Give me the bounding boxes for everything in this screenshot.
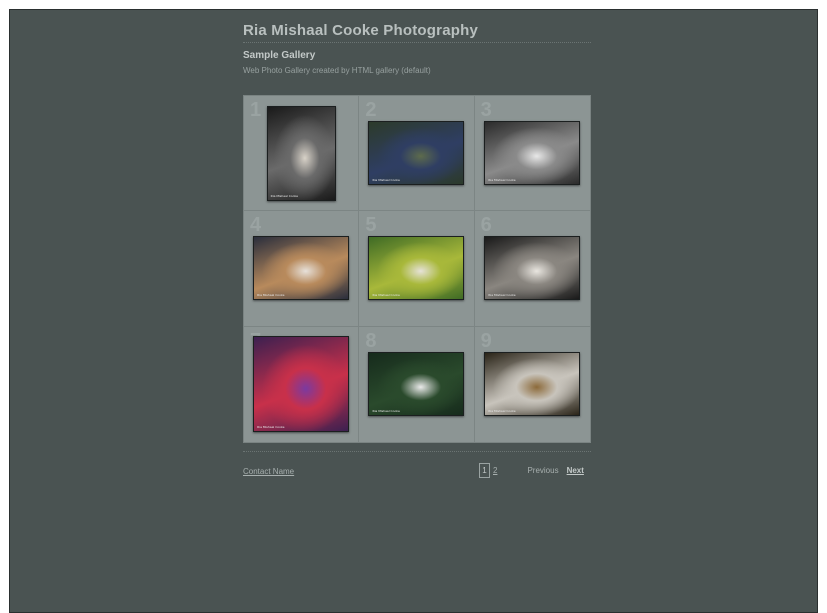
photo-watermark: Ria Mishaal Cooke <box>488 409 516 414</box>
thumbnail-image[interactable]: Ria Mishaal Cooke <box>253 336 350 433</box>
page-1-button[interactable]: 1 <box>479 463 490 478</box>
thumbnail-cell-8[interactable]: 8 Ria Mishaal Cooke <box>359 326 475 442</box>
thumbnail-cell-4[interactable]: 4 Ria Mishaal Cooke <box>244 211 360 327</box>
footer-divider <box>243 451 591 452</box>
photo-watermark: Ria Mishaal Cooke <box>372 409 400 414</box>
gallery-page: Ria Mishaal Cooke Photography Sample Gal… <box>243 22 591 478</box>
gallery-description: Web Photo Gallery created by HTML galler… <box>243 66 431 75</box>
photo-watermark: Ria Mishaal Cooke <box>372 293 400 298</box>
thumbnail-image[interactable]: Ria Mishaal Cooke <box>484 121 581 186</box>
thumbnail-number: 8 <box>365 329 377 352</box>
next-link[interactable]: Next <box>567 466 584 475</box>
photo-watermark: Ria Mishaal Cooke <box>488 178 516 183</box>
thumbnail-number: 6 <box>480 214 492 237</box>
thumbnail-number: 1 <box>250 99 262 121</box>
thumbnail-number: 5 <box>365 214 377 237</box>
thumbnail-number: 3 <box>480 99 492 121</box>
thumbnail-image[interactable]: Ria Mishaal Cooke <box>253 236 350 301</box>
contact-link[interactable]: Contact Name <box>243 467 294 476</box>
thumbnail-cell-5[interactable]: 5 Ria Mishaal Cooke <box>359 211 475 327</box>
thumbnail-cell-7[interactable]: 7 Ria Mishaal Cooke <box>244 326 360 442</box>
thumbnail-image[interactable]: Ria Mishaal Cooke <box>484 236 581 301</box>
thumbnail-cell-6[interactable]: 6 Ria Mishaal Cooke <box>474 211 590 327</box>
thumbnail-image[interactable]: Ria Mishaal Cooke <box>484 352 581 417</box>
site-title: Ria Mishaal Cooke Photography <box>243 22 591 43</box>
thumbnail-cell-2[interactable]: 2 Ria Mishaal Cooke <box>359 96 475 212</box>
photo-watermark: Ria Mishaal Cooke <box>270 193 298 198</box>
pagination: 1 2 Previous Next <box>479 463 584 478</box>
photo-watermark: Ria Mishaal Cooke <box>488 293 516 298</box>
thumbnail-number: 2 <box>365 99 377 121</box>
browser-viewport: Ria Mishaal Cooke Photography Sample Gal… <box>9 9 818 613</box>
page-2-link[interactable]: 2 <box>493 466 497 475</box>
photo-watermark: Ria Mishaal Cooke <box>372 178 400 183</box>
previous-label: Previous <box>527 466 559 475</box>
gallery-title: Sample Gallery <box>243 50 316 61</box>
thumbnail-cell-1[interactable]: 1 Ria Mishaal Cooke <box>244 96 360 212</box>
photo-watermark: Ria Mishaal Cooke <box>257 293 285 298</box>
thumbnail-image[interactable]: Ria Mishaal Cooke <box>266 105 336 201</box>
thumbnail-image[interactable]: Ria Mishaal Cooke <box>368 352 465 417</box>
thumbnail-number: 4 <box>250 214 262 237</box>
thumbnail-grid: 1 Ria Mishaal Cooke 2 Ria Mishaal Cooke … <box>243 95 591 443</box>
thumbnail-image[interactable]: Ria Mishaal Cooke <box>368 236 465 301</box>
thumbnail-number: 9 <box>480 329 492 352</box>
thumbnail-image[interactable]: Ria Mishaal Cooke <box>368 121 465 186</box>
photo-watermark: Ria Mishaal Cooke <box>257 425 285 430</box>
thumbnail-cell-3[interactable]: 3 Ria Mishaal Cooke <box>474 96 590 212</box>
thumbnail-cell-9[interactable]: 9 Ria Mishaal Cooke <box>475 327 590 442</box>
